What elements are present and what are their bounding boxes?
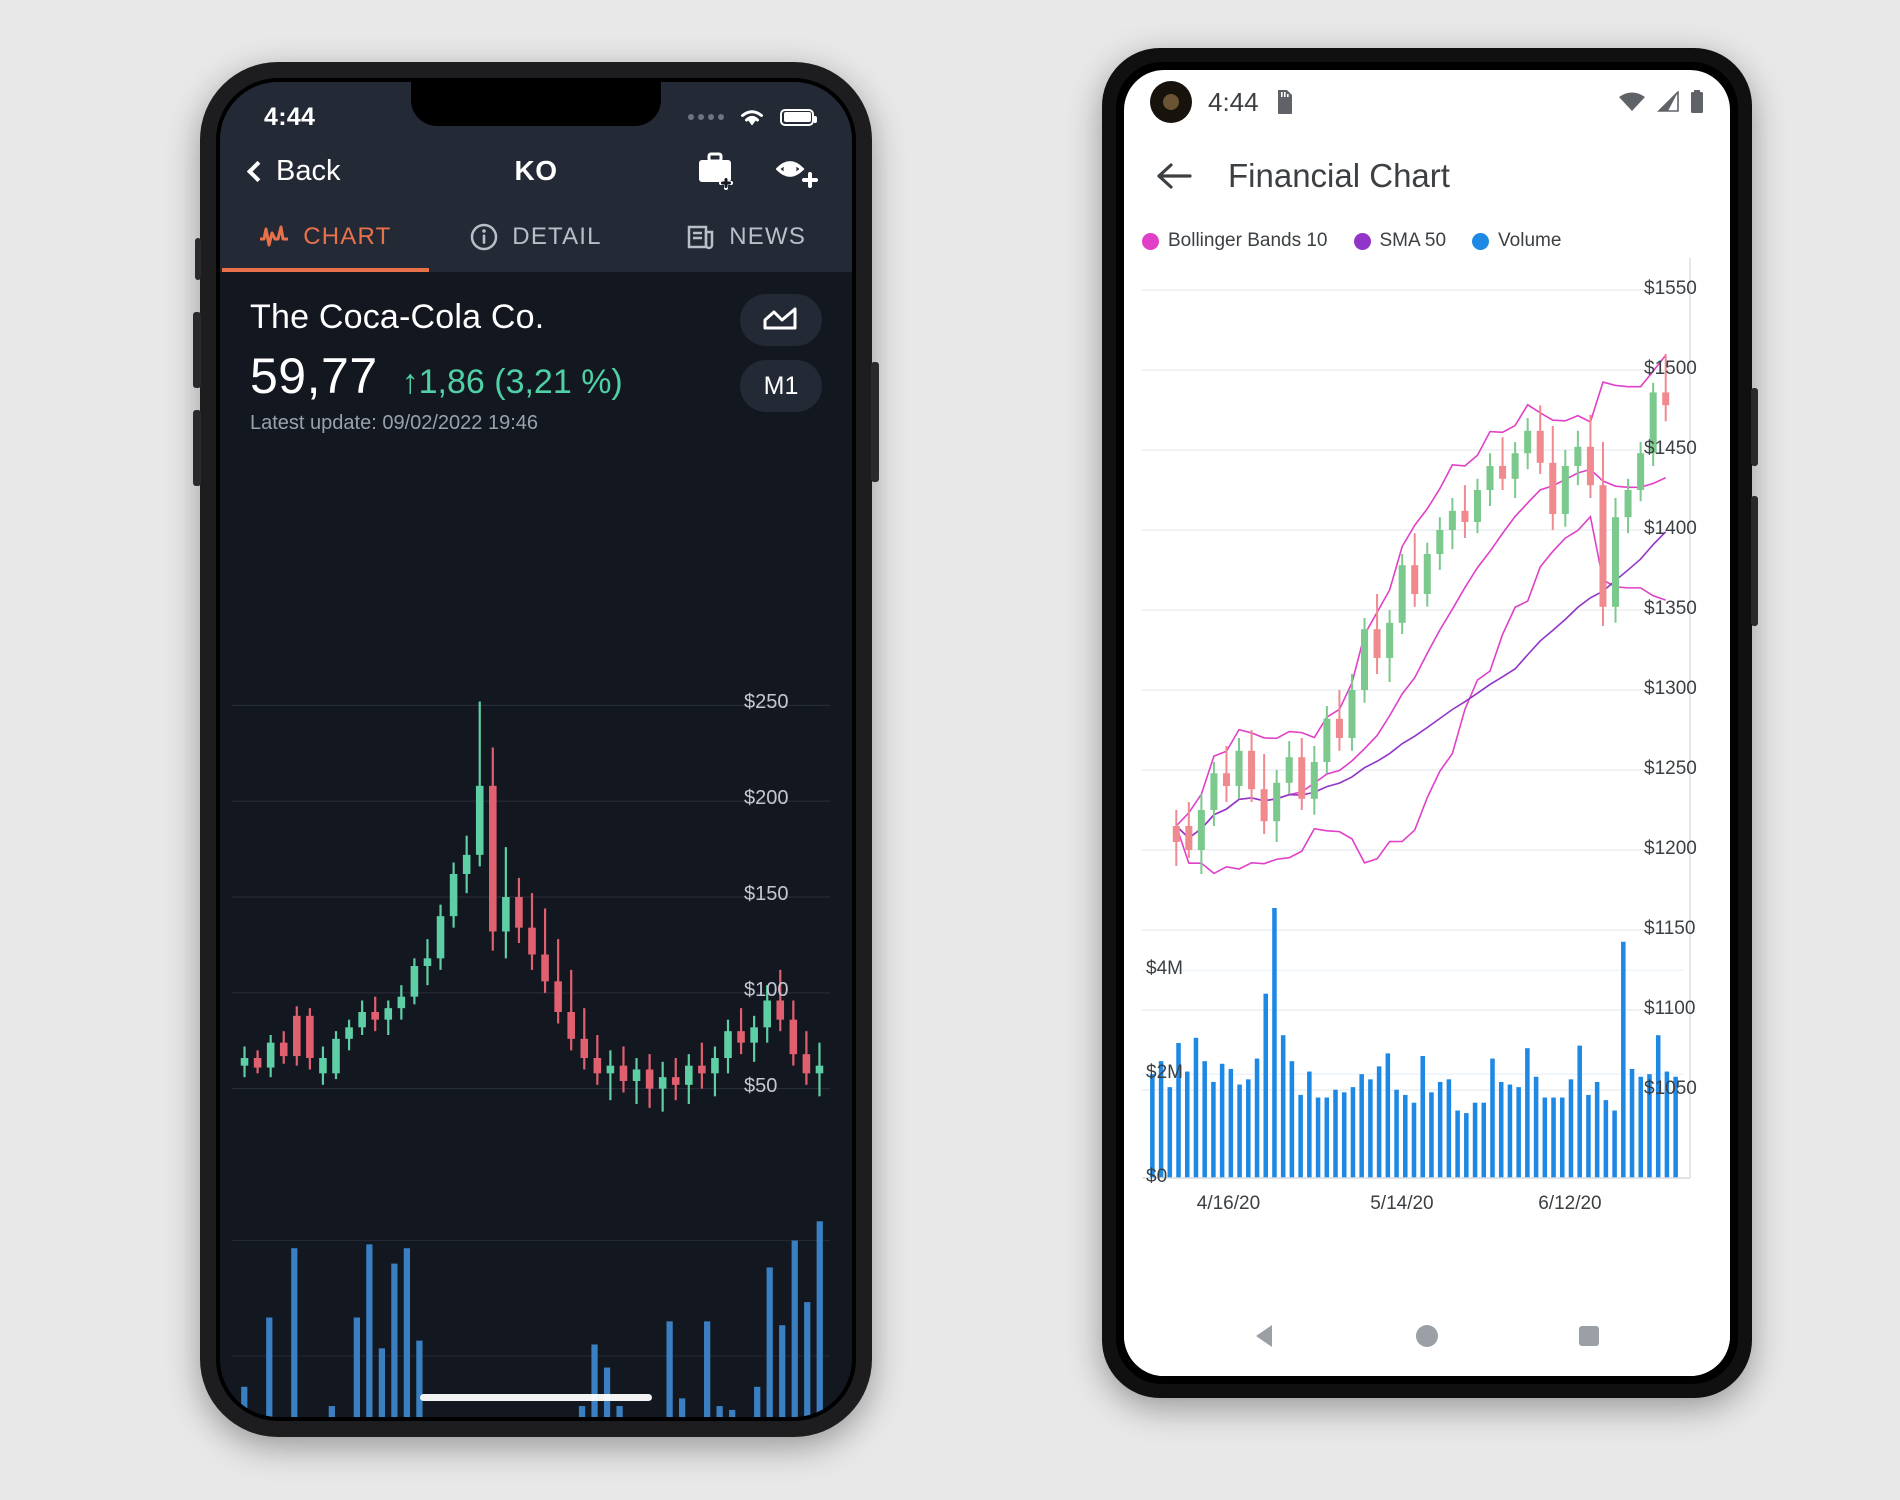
android-price-y-tick: $1450 [1644,438,1697,459]
android-page-title: Financial Chart [1228,157,1450,194]
battery-icon [1691,90,1703,113]
ios-status-time: 4:44 [264,102,316,131]
ios-price-y-tick: $150 [744,883,789,905]
legend-item-volume[interactable]: Volume [1472,230,1561,252]
tab-news[interactable]: NEWS [641,202,852,272]
iphone-screen: 4:44 Back KO CHART DETAIL NEWS The Coca-… [220,82,852,1417]
android-volume-button[interactable] [1751,496,1758,626]
tab-detail[interactable]: DETAIL [431,202,642,272]
latest-update: Latest update: 09/02/2022 19:46 [250,412,539,434]
home-indicator[interactable] [420,1394,652,1401]
android-volume-y-tick: $0 [1146,1166,1168,1187]
android-x-tick: 4/16/20 [1196,1193,1261,1214]
legend-label: SMA 50 [1379,230,1447,251]
chart-controls: M1 [740,294,822,412]
quote-price-row: 59,77 ↑1,86 (3,21 %) [250,347,822,405]
android-bezel: 4:44 Financial Chart Bollinger Bands 10 … [1116,62,1738,1384]
legend-label: Volume [1498,230,1562,251]
signal-icon [1657,91,1679,112]
iphone-notch [411,82,661,126]
newspaper-icon [688,225,714,250]
android-chart-area[interactable]: Bollinger Bands 10 SMA 50 Volume $1550 $1… [1124,218,1730,1296]
nav-actions [696,152,822,190]
legend-item-sma[interactable]: SMA 50 [1353,230,1447,252]
android-price-y-tick: $1150 [1644,918,1696,939]
chart-type-button[interactable] [740,294,822,346]
pulse-icon [260,225,289,247]
chevron-left-icon [246,160,269,182]
triangle-back-icon[interactable] [1248,1319,1282,1353]
company-name: The Coca-Cola Co. [250,298,545,336]
ios-price-y-tick: $250 [744,691,789,714]
eye-plus-icon[interactable] [776,152,822,190]
android-status-time: 4:44 [1208,86,1259,117]
wifi-icon [1619,92,1645,111]
android-screen: 4:44 Financial Chart Bollinger Bands 10 … [1124,70,1730,1376]
back-button[interactable]: Back [246,154,341,188]
chart-legend: Bollinger Bands 10 SMA 50 Volume [1142,230,1561,252]
arrow-back-icon[interactable] [1156,161,1194,191]
ios-tab-bar: CHART DETAIL NEWS [220,202,852,272]
tab-chart-label: CHART [303,223,392,250]
legend-color-dot [1472,232,1490,250]
android-x-tick: 6/12/20 [1538,1193,1602,1214]
iphone-bezel: 4:44 Back KO CHART DETAIL NEWS The Coca-… [216,78,856,1421]
briefcase-plus-icon[interactable] [696,152,738,190]
tab-news-label: NEWS [729,223,807,250]
front-camera-punch-hole [1150,81,1192,123]
legend-color-dot [1353,232,1371,250]
android-price-y-tick: $1550 [1644,278,1697,299]
ios-chart-area[interactable]: $250$200$150$100$50900K600K300K19:1119:2… [220,642,852,1417]
android-price-y-tick: $1100 [1644,998,1696,1019]
wifi-icon [741,110,763,126]
timeframe-button[interactable]: M1 [740,360,822,412]
ios-status-icons [688,106,817,128]
info-circle-icon [471,223,498,251]
battery-icon [780,108,817,126]
android-x-tick: 5/14/20 [1370,1193,1434,1214]
quote-header: The Coca-Cola Co. 59,77 ↑1,86 (3,21 %) L… [220,272,852,443]
android-volume-y-tick: $4M [1146,958,1183,980]
quote-price: 59,77 [250,348,378,404]
android-status-bar: 4:44 [1124,70,1730,134]
ios-price-y-tick: $100 [744,978,789,1001]
area-chart-icon [763,307,797,330]
legend-color-dot [1142,232,1159,250]
ios-content: The Coca-Cola Co. 59,77 ↑1,86 (3,21 %) L… [220,272,852,1417]
android-price-y-tick: $1500 [1644,358,1697,379]
back-button-label: Back [276,154,341,187]
iphone-device: 4:44 Back KO CHART DETAIL NEWS The Coca-… [193,62,879,1437]
android-price-y-tick: $1250 [1644,758,1697,779]
android-status-icons [1618,90,1704,114]
sd-card-icon [1277,90,1292,114]
android-nav-bar [1124,1296,1730,1376]
square-recents-icon[interactable] [1572,1319,1606,1353]
legend-item-bollinger[interactable]: Bollinger Bands 10 [1142,230,1328,252]
android-price-y-tick: $1050 [1644,1078,1697,1099]
android-volume-y-tick: $2M [1146,1062,1183,1084]
screenshot-stage: 4:44 Back KO CHART DETAIL NEWS The Coca-… [0,0,1900,1500]
ios-price-y-tick: $200 [744,787,789,810]
legend-label: Bollinger Bands 10 [1168,230,1328,251]
ios-nav-bar: Back KO [220,140,852,202]
tab-chart[interactable]: CHART [220,202,431,272]
ios-price-y-tick: $50 [744,1074,778,1097]
cellular-dots-icon [688,114,724,120]
android-price-y-tick: $1400 [1644,518,1697,539]
android-device: 4:44 Financial Chart Bollinger Bands 10 … [1102,48,1758,1398]
android-power-button[interactable] [1751,388,1758,466]
android-price-y-tick: $1350 [1644,598,1697,619]
android-price-y-tick: $1300 [1644,678,1697,699]
iphone-silent-switch[interactable] [195,238,201,280]
iphone-power-button[interactable] [871,362,879,482]
tab-detail-label: DETAIL [512,223,602,250]
android-price-y-tick: $1200 [1644,838,1697,859]
circle-home-icon[interactable] [1410,1319,1444,1353]
iphone-volume-down[interactable] [193,410,201,486]
quote-change: ↑1,86 (3,21 %) [401,363,623,401]
android-app-bar: Financial Chart [1124,134,1730,218]
iphone-volume-up[interactable] [193,312,201,388]
